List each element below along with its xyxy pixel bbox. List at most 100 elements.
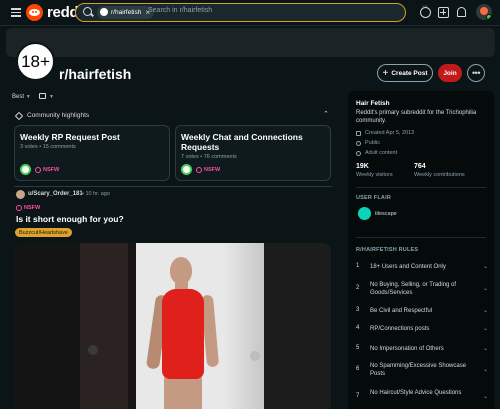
create-post-label: Create Post — [391, 69, 428, 77]
rule-item[interactable]: 4 RP/Connections posts ⌄ — [356, 325, 488, 333]
chevron-down-icon: ⌄ — [482, 346, 488, 352]
nsfw-tag: NSFW — [43, 166, 60, 173]
highlights-label: Community highlights — [27, 112, 90, 119]
rule-number: 1 — [356, 263, 360, 269]
rule-text: 18+ Users and Content Only — [370, 264, 446, 270]
post-author-avatar[interactable] — [16, 190, 25, 199]
rule-number: 4 — [356, 325, 360, 331]
visibility: Public — [356, 140, 380, 146]
rule-text: No Buying, Selling, or Trading of Goods/… — [370, 282, 457, 296]
post-title[interactable]: Is it short enough for you? — [16, 214, 124, 224]
image-figure-legs — [164, 375, 202, 409]
adult-icon — [356, 150, 361, 156]
view-chevron[interactable]: ▼ — [49, 94, 54, 100]
rule-number: 6 — [356, 366, 360, 372]
rule-item[interactable]: 1 18+ Users and Content Only ⌄ — [356, 263, 488, 271]
sidebar-title: Hair Fetish — [356, 100, 390, 107]
weekly-contributions-label: Weekly contributions — [414, 172, 465, 178]
post-flair[interactable]: Buzzcut/Headshave — [15, 228, 72, 237]
post-image[interactable] — [14, 243, 331, 409]
highlight-footer: NSFW — [181, 164, 220, 175]
image-wall-shadow — [224, 243, 264, 409]
chat-icon[interactable] — [420, 3, 431, 18]
post-author[interactable]: u/Scary_Order_181 — [28, 191, 83, 197]
image-blur-side — [264, 243, 331, 409]
image-figure-bodysuit — [162, 289, 204, 379]
cake-icon — [356, 130, 361, 136]
chevron-down-icon: ▼ — [25, 94, 31, 100]
community-highlights-header: Community highlights — [14, 111, 90, 120]
rule-number: 7 — [356, 393, 360, 399]
rule-number: 3 — [356, 307, 360, 313]
search-placeholder: Search in r/hairfetish — [148, 7, 213, 14]
page-title: r/hairfetish — [59, 66, 132, 82]
adult-label: Adult content — [365, 150, 398, 156]
highlight-card[interactable]: Weekly RP Request Post 3 votes • 15 comm… — [14, 125, 170, 181]
rule-text: No Haircut/Style Advice Questions — [370, 390, 462, 396]
nsfw-tag: NSFW — [204, 166, 221, 173]
sort-label: Best — [12, 94, 25, 100]
rule-item[interactable]: 3 Be Civil and Respectful ⌄ — [356, 307, 488, 315]
rule-number: 2 — [356, 285, 360, 291]
search-icon — [83, 7, 92, 16]
chevron-down-icon: ⌄ — [482, 326, 488, 332]
created-label: Created Apr 5, 2013 — [365, 130, 415, 136]
rules-header: R/HAIRFETISH RULES — [356, 247, 419, 253]
rule-item[interactable]: 6 No Spamming/Excessive Showcase Posts ⌄ — [356, 362, 488, 378]
notification-bell-icon[interactable] — [457, 7, 466, 17]
user-flair-header: USER FLAIR — [356, 195, 391, 201]
view-layout-icon[interactable] — [39, 93, 46, 99]
rule-text: No Spamming/Excessive Showcase Posts — [370, 363, 467, 377]
sidebar-description: Reddit's primary subreddit for the Trich… — [356, 110, 477, 124]
post-time: • 10 hr. ago — [82, 191, 110, 197]
post-nsfw-badge: NSFW — [16, 205, 40, 211]
chip-avatar — [100, 8, 108, 16]
reddit-logo-icon — [26, 4, 43, 21]
create-post-icon[interactable] — [438, 7, 449, 18]
created-date: Created Apr 5, 2013 — [356, 130, 414, 136]
chevron-down-icon: ⌄ — [482, 308, 488, 314]
image-door-edge — [128, 243, 136, 409]
highlight-card[interactable]: Weekly Chat and Connections Requests 7 v… — [175, 125, 331, 181]
user-avatar[interactable] — [476, 4, 492, 20]
post-nsfw-tag: NSFW — [24, 205, 41, 211]
gallery-prev-icon[interactable] — [88, 345, 98, 355]
highlight-title: Weekly Chat and Connections Requests — [181, 132, 303, 152]
rule-item[interactable]: 7 No Haircut/Style Advice Questions ⌄ — [356, 389, 488, 400]
user-flair-name[interactable]: tilescape — [375, 211, 397, 217]
chevron-down-icon: ⌄ — [482, 286, 488, 292]
visibility-label: Public — [365, 140, 380, 146]
weekly-visitors-value: 19K — [356, 163, 369, 170]
subreddit-banner — [6, 28, 495, 57]
chevron-down-icon: ⌄ — [482, 394, 488, 400]
rule-text: No Impersonation of Others — [370, 346, 444, 352]
highlight-footer: NSFW — [20, 164, 59, 175]
rule-text: RP/Connections posts — [370, 326, 430, 332]
rule-item[interactable]: 5 No Impersonation of Others ⌄ — [356, 345, 488, 353]
collapse-chevron-icon[interactable]: ⌃ — [323, 110, 329, 118]
chevron-down-icon: ▼ — [49, 94, 54, 100]
flair-avatar — [358, 207, 371, 220]
nsfw-icon — [196, 166, 202, 173]
nsfw-icon — [35, 166, 41, 173]
more-options-button[interactable]: ••• — [467, 64, 485, 82]
search-input[interactable]: r/hairfetish × Search in r/hairfetish — [75, 3, 406, 22]
sort-dropdown[interactable]: Best ▼ — [12, 94, 31, 100]
subreddit-filter-chip[interactable]: r/hairfetish × — [97, 5, 155, 19]
highlight-title: Weekly RP Request Post — [20, 132, 120, 142]
rule-item[interactable]: 2 No Buying, Selling, or Trading of Good… — [356, 281, 488, 297]
adult-content: Adult content — [356, 150, 397, 156]
create-post-button[interactable]: + Create Post — [377, 64, 433, 82]
chip-label: r/hairfetish — [111, 8, 142, 16]
plus-icon: + — [382, 67, 389, 79]
gallery-next-icon[interactable] — [250, 351, 260, 361]
image-figure-head — [170, 257, 192, 284]
join-button[interactable]: Join — [438, 64, 462, 82]
subreddit-icon: 18+ — [16, 42, 55, 81]
menu-icon[interactable] — [11, 8, 21, 17]
author-avatar — [20, 164, 31, 175]
image-door — [80, 243, 133, 409]
chevron-down-icon: ⌄ — [482, 264, 488, 270]
highlight-meta: 3 votes • 15 comments — [20, 144, 76, 150]
sidebar-divider — [356, 187, 486, 188]
